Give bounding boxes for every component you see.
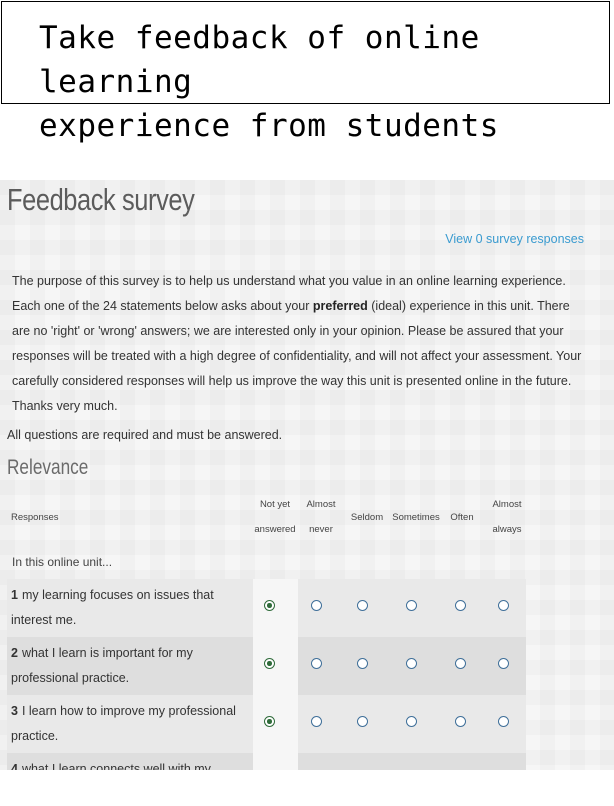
radio-sometimes[interactable] — [406, 658, 417, 669]
col-header-sometimes: Sometimes — [392, 512, 440, 523]
not-answered-cell — [253, 753, 298, 770]
radio-seldom[interactable] — [357, 600, 368, 611]
col-header-not-yet-answered: Not yet answered — [252, 492, 298, 542]
not-answered-cell — [253, 579, 298, 637]
radio-almost-always[interactable] — [498, 600, 509, 611]
col-header-almost-always: Almost always — [484, 492, 530, 542]
question-text: 1 my learning focuses on issues that inte… — [7, 579, 253, 637]
col-header-not-yet-l2: answered — [254, 524, 296, 535]
question-number: 3 — [11, 704, 18, 718]
banner: Take feedback of online learning experie… — [1, 1, 610, 144]
question-row: 3I learn how to improve my professional … — [7, 695, 526, 753]
question-text: 4 what I learn connects well with my — [7, 753, 253, 770]
col-header-almost-always-l2: always — [492, 524, 522, 535]
radio-often[interactable] — [455, 658, 466, 669]
radio-not-yet-answered[interactable] — [264, 600, 275, 611]
radio-almost-never[interactable] — [311, 658, 322, 669]
col-header-almost-never-l1: Almost — [306, 499, 336, 510]
survey-page: Feedback survey View 0 survey responses … — [0, 180, 614, 770]
radio-often[interactable] — [455, 716, 466, 727]
radio-sometimes[interactable] — [406, 600, 417, 611]
question-row: 2 what I learn is important for my profes… — [7, 637, 526, 695]
required-note: All questions are required and must be a… — [7, 428, 283, 442]
question-row: 4 what I learn connects well with my — [7, 753, 526, 770]
radio-almost-always[interactable] — [498, 716, 509, 727]
radio-often[interactable] — [455, 600, 466, 611]
banner-text: Take feedback of online learning experie… — [39, 20, 499, 144]
col-header-almost-never: Almost never — [298, 492, 344, 542]
intro-text-2: (ideal) experience in this unit. There a… — [12, 299, 582, 413]
col-header-almost-never-l2: never — [309, 524, 333, 535]
responses-header: Responses — [11, 512, 59, 523]
question-row: 1 my learning focuses on issues that inte… — [7, 579, 526, 637]
section-title: Relevance — [7, 456, 89, 479]
question-text: 3I learn how to improve my professional … — [7, 695, 253, 753]
in-unit-label: In this online unit... — [12, 555, 113, 569]
radio-almost-never[interactable] — [311, 600, 322, 611]
question-label: what I learn connects well with my — [21, 762, 211, 770]
col-header-often: Often — [450, 512, 474, 523]
view-responses-link[interactable]: View 0 survey responses — [445, 232, 584, 246]
not-answered-cell — [253, 695, 298, 753]
radio-seldom[interactable] — [357, 658, 368, 669]
question-text: 2 what I learn is important for my profes… — [7, 637, 253, 695]
radio-seldom[interactable] — [357, 716, 368, 727]
not-answered-cell — [253, 637, 298, 695]
intro-bold-preferred: preferred — [312, 299, 368, 313]
question-label: I learn how to improve my professional p… — [11, 704, 236, 743]
question-label: what I learn is important for my profess… — [11, 646, 193, 685]
question-number: 4 — [11, 762, 18, 770]
col-header-seldom: Seldom — [350, 512, 384, 523]
survey-intro: The purpose of this survey is to help us… — [12, 269, 582, 419]
page-title: Feedback survey — [7, 182, 195, 217]
question-number: 1 — [11, 588, 18, 602]
col-header-almost-always-l1: Almost — [492, 499, 522, 510]
radio-sometimes[interactable] — [406, 716, 417, 727]
radio-almost-always[interactable] — [498, 658, 509, 669]
scale-cell — [298, 753, 526, 770]
col-header-not-yet-l1: Not yet — [259, 499, 291, 510]
question-number: 2 — [11, 646, 18, 660]
radio-not-yet-answered[interactable] — [264, 716, 275, 727]
radio-almost-never[interactable] — [311, 716, 322, 727]
radio-not-yet-answered[interactable] — [264, 658, 275, 669]
question-label: my learning focuses on issues that inter… — [11, 588, 214, 627]
